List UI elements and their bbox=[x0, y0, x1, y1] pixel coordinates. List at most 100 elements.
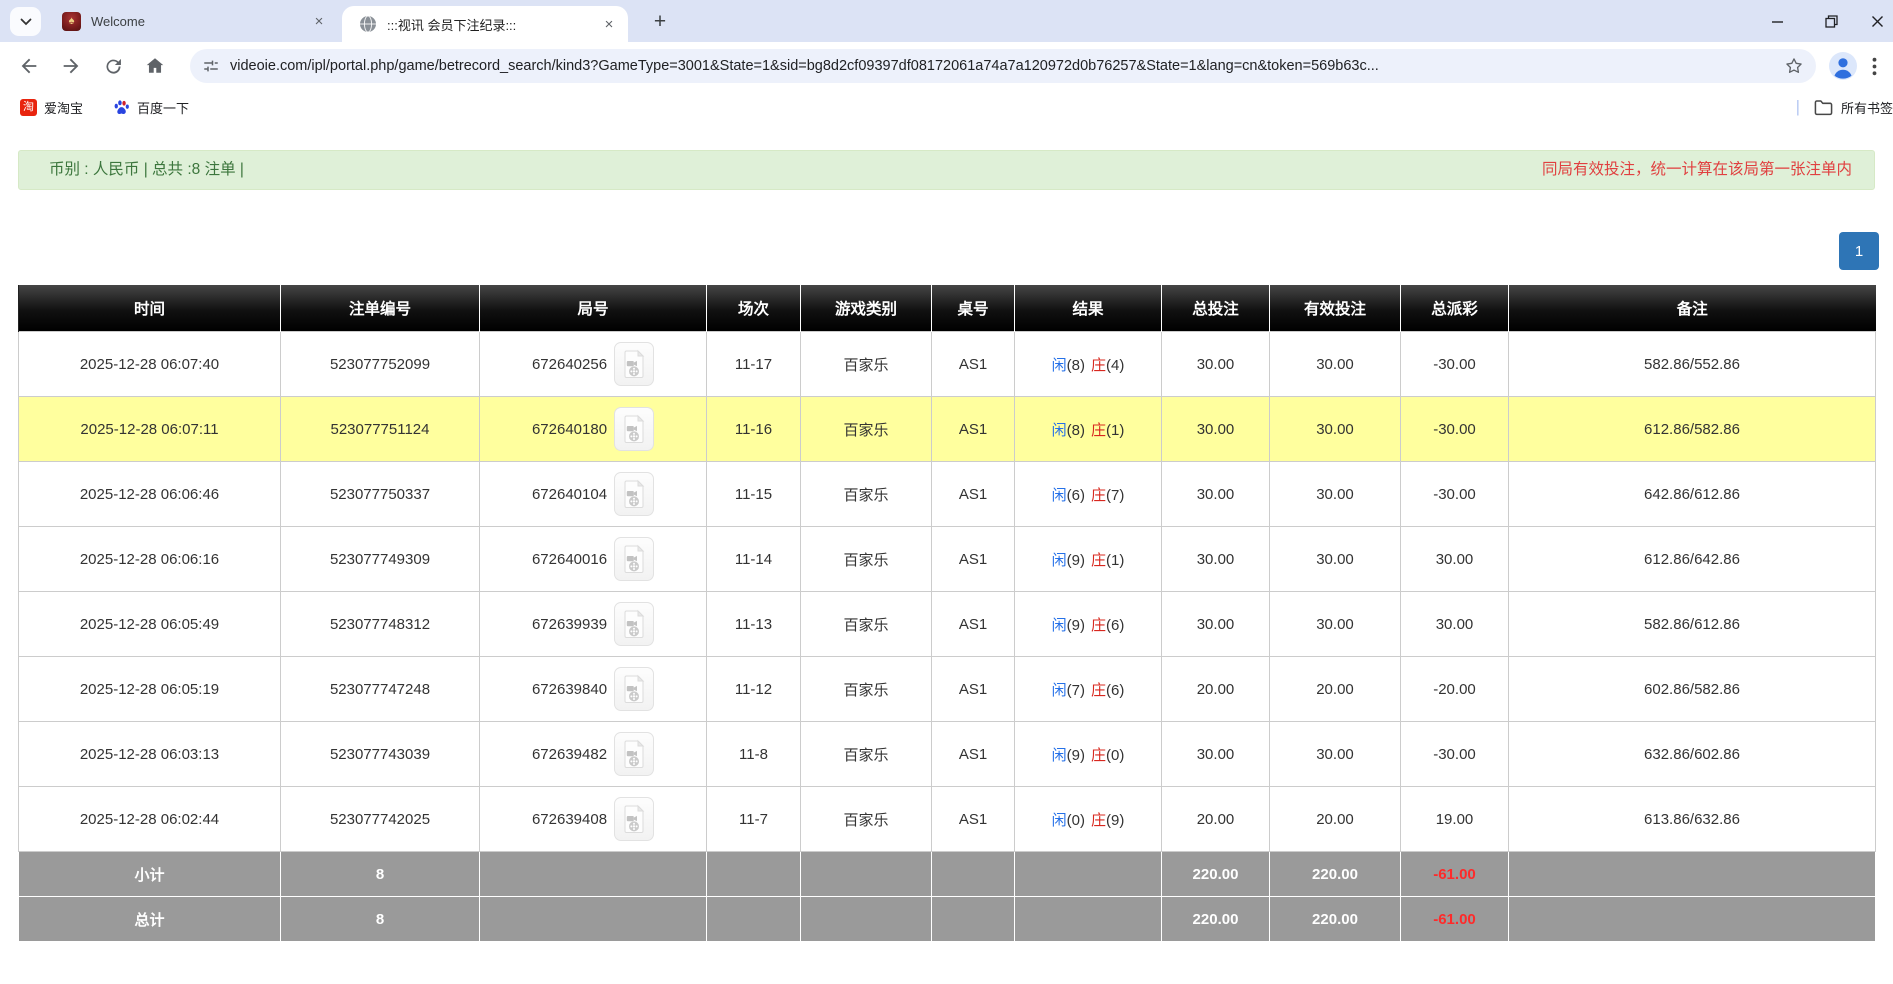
tab-strip: ♠ Welcome × :::视讯 会员下注纪录::: × + bbox=[0, 0, 1893, 42]
bookmark-baidu[interactable]: 百度一下 bbox=[113, 98, 189, 117]
result-player-label: 闲 bbox=[1052, 487, 1067, 504]
restore-icon bbox=[1825, 15, 1838, 28]
result-cell: 闲(8)庄(4) bbox=[1015, 332, 1162, 397]
time-cell: 2025-12-28 06:03:13 bbox=[19, 722, 281, 787]
person-icon bbox=[1828, 51, 1858, 81]
bet-row: 2025-12-28 06:03:13523077743039672639482… bbox=[19, 722, 1876, 787]
bookmark-star-button[interactable] bbox=[1784, 56, 1804, 76]
home-button[interactable] bbox=[142, 53, 168, 79]
video-record-button[interactable] bbox=[614, 407, 654, 451]
video-record-button[interactable] bbox=[614, 732, 654, 776]
result-banker-value: (7) bbox=[1106, 487, 1124, 504]
result-player-value: (9) bbox=[1067, 747, 1085, 764]
valid-bet-cell: 20.00 bbox=[1270, 787, 1401, 852]
star-icon bbox=[1784, 56, 1804, 76]
payout-cell: 19.00 bbox=[1401, 787, 1509, 852]
result-banker-label: 庄 bbox=[1091, 617, 1106, 634]
video-record-button[interactable] bbox=[614, 797, 654, 841]
round-number: 672639482 bbox=[532, 746, 607, 763]
table-body: 2025-12-28 06:07:40523077752099672640256… bbox=[19, 332, 1876, 942]
empty-cell bbox=[707, 897, 801, 942]
subtotal-row-total_bet-cell: 220.00 bbox=[1162, 852, 1270, 897]
chevron-down-icon bbox=[20, 18, 32, 26]
video-record-button[interactable] bbox=[614, 537, 654, 581]
close-icon[interactable]: × bbox=[600, 15, 618, 33]
result-banker-value: (9) bbox=[1106, 812, 1124, 829]
profile-avatar[interactable] bbox=[1828, 51, 1858, 81]
column-header-1: 注单编号 bbox=[281, 285, 480, 332]
url-text[interactable]: videoie.com/ipl/portal.php/game/betrecor… bbox=[230, 58, 1776, 74]
back-button[interactable] bbox=[16, 53, 42, 79]
bookmark-taobao[interactable]: 淘 爱淘宝 bbox=[20, 98, 83, 117]
table-no-cell: AS1 bbox=[932, 592, 1015, 657]
window-close-button[interactable] bbox=[1861, 0, 1893, 42]
bet-id-cell: 523077742025 bbox=[281, 787, 480, 852]
subtotal-row-count-cell: 8 bbox=[281, 852, 480, 897]
empty-cell bbox=[1015, 852, 1162, 897]
bet-id-cell: 523077747248 bbox=[281, 657, 480, 722]
window-minimize-button[interactable] bbox=[1755, 0, 1799, 42]
session-cell: 11-15 bbox=[707, 462, 801, 527]
round-cell: 672640256 bbox=[480, 332, 707, 397]
valid-bet-note-text: 同局有效投注，统一计算在该局第一张注单内 bbox=[1542, 151, 1852, 189]
result-cell: 闲(9)庄(0) bbox=[1015, 722, 1162, 787]
time-cell: 2025-12-28 06:06:16 bbox=[19, 527, 281, 592]
video-record-button[interactable] bbox=[614, 667, 654, 711]
result-cell: 闲(7)庄(6) bbox=[1015, 657, 1162, 722]
tab-title: :::视讯 会员下注纪录::: bbox=[387, 15, 592, 34]
empty-cell bbox=[1509, 897, 1876, 942]
close-icon bbox=[1871, 15, 1884, 28]
time-cell: 2025-12-28 06:05:49 bbox=[19, 592, 281, 657]
column-header-3: 场次 bbox=[707, 285, 801, 332]
result-cell: 闲(6)庄(7) bbox=[1015, 462, 1162, 527]
welcome-favicon-icon: ♠ bbox=[62, 12, 81, 31]
table-no-cell: AS1 bbox=[932, 462, 1015, 527]
result-player-value: (8) bbox=[1067, 422, 1085, 439]
table-no-cell: AS1 bbox=[932, 722, 1015, 787]
remark-cell: 612.86/642.86 bbox=[1509, 527, 1876, 592]
forward-button[interactable] bbox=[58, 53, 84, 79]
url-bar[interactable]: videoie.com/ipl/portal.php/game/betrecor… bbox=[190, 49, 1816, 83]
browser-menu-button[interactable] bbox=[1872, 57, 1877, 76]
table-no-cell: AS1 bbox=[932, 397, 1015, 462]
bet-row-highlighted: 2025-12-28 06:07:11523077751124672640180… bbox=[19, 397, 1876, 462]
three-dots-icon bbox=[1872, 57, 1877, 76]
total-bet-cell: 20.00 bbox=[1162, 657, 1270, 722]
round-cell: 672639840 bbox=[480, 657, 707, 722]
result-banker-label: 庄 bbox=[1091, 357, 1106, 374]
column-header-9: 总派彩 bbox=[1401, 285, 1509, 332]
round-cell: 672640016 bbox=[480, 527, 707, 592]
reload-button[interactable] bbox=[100, 53, 126, 79]
bet-row: 2025-12-28 06:05:49523077748312672639939… bbox=[19, 592, 1876, 657]
result-banker-label: 庄 bbox=[1091, 487, 1106, 504]
tab-welcome[interactable]: ♠ Welcome × bbox=[46, 0, 338, 42]
pagination-page-1-button[interactable]: 1 bbox=[1839, 232, 1879, 270]
valid-bet-cell: 20.00 bbox=[1270, 657, 1401, 722]
result-cell: 闲(0)庄(9) bbox=[1015, 787, 1162, 852]
new-tab-button[interactable]: + bbox=[646, 8, 674, 36]
video-record-button[interactable] bbox=[614, 472, 654, 516]
session-cell: 11-16 bbox=[707, 397, 801, 462]
payout-cell: 30.00 bbox=[1401, 592, 1509, 657]
table-no-cell: AS1 bbox=[932, 657, 1015, 722]
site-settings-icon bbox=[202, 57, 220, 75]
bet-row: 2025-12-28 06:05:19523077747248672639840… bbox=[19, 657, 1876, 722]
video-record-button[interactable] bbox=[614, 342, 654, 386]
game-type-cell: 百家乐 bbox=[801, 657, 932, 722]
game-type-cell: 百家乐 bbox=[801, 592, 932, 657]
remark-cell: 582.86/612.86 bbox=[1509, 592, 1876, 657]
total-row-payout-cell: -61.00 bbox=[1401, 897, 1509, 942]
time-cell: 2025-12-28 06:02:44 bbox=[19, 787, 281, 852]
result-banker-value: (0) bbox=[1106, 747, 1124, 764]
close-icon[interactable]: × bbox=[310, 12, 328, 30]
round-number: 672639840 bbox=[532, 681, 607, 698]
tab-search-button[interactable] bbox=[10, 7, 41, 36]
total-row-count-cell: 8 bbox=[281, 897, 480, 942]
payout-cell: -30.00 bbox=[1401, 332, 1509, 397]
result-player-label: 闲 bbox=[1052, 357, 1067, 374]
video-record-button[interactable] bbox=[614, 602, 654, 646]
tab-bet-records[interactable]: :::视讯 会员下注纪录::: × bbox=[342, 6, 628, 42]
video-record-icon bbox=[621, 544, 647, 574]
all-bookmarks[interactable]: | 所有书签 bbox=[1796, 90, 1893, 124]
window-restore-button[interactable] bbox=[1809, 0, 1853, 42]
